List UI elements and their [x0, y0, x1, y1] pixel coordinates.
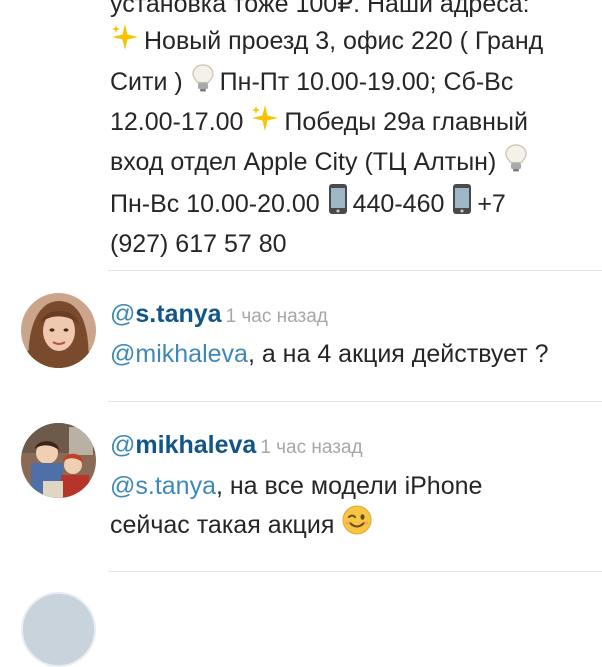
- comment-text-line: Пн-Вс 10.00-20.00 440-460 +7: [110, 183, 595, 225]
- lightbulb-icon: [503, 143, 529, 183]
- comment-text-line: Сити ) Пн-Пт 10.00-19.00; Сб-Вс: [110, 63, 595, 103]
- comment-header: @s.tanya 1 час назад: [110, 299, 328, 332]
- mobile-phone-icon: [451, 183, 473, 225]
- avatar-s-tanya[interactable]: [21, 293, 96, 368]
- comment-timestamp: 1 час назад: [225, 306, 328, 327]
- lightbulb-icon: [190, 63, 216, 103]
- sparkles-icon: [110, 22, 140, 62]
- comment-divider: [108, 401, 602, 402]
- mention-link[interactable]: @mikhaleva: [110, 340, 248, 368]
- username-link[interactable]: @mikhaleva: [110, 431, 256, 459]
- comment-text: @s.tanya, на все модели iPhone сейчас та…: [110, 468, 595, 546]
- comment-text-line: вход отдел Apple City (ТЦ Алтын): [110, 143, 595, 183]
- mobile-phone-icon: [327, 183, 349, 225]
- comment-divider: [108, 270, 602, 271]
- avatar-next-comment[interactable]: [21, 592, 96, 667]
- comment-header: @mikhaleva 1 час назад: [110, 430, 363, 463]
- comment-timestamp: 1 час назад: [260, 437, 363, 458]
- comment-text-line: Новый проезд 3, офис 220 ( Гранд: [110, 22, 595, 62]
- avatar-mikhaleva[interactable]: [21, 423, 96, 498]
- comment-text-line: 12.00-17.00 Победы 29а главный: [110, 103, 595, 143]
- comment-divider: [108, 571, 602, 572]
- username-link[interactable]: @s.tanya: [110, 300, 222, 328]
- comment-text-line: (927) 617 57 80: [110, 229, 287, 258]
- comment-text: @mikhaleva, а на 4 акция действует ?: [110, 340, 549, 368]
- comment-text-line: установка тоже 100₽. Наши адреса:: [110, 0, 530, 18]
- previous-comment-text: установка тоже 100₽. Наши адреса: Новый …: [110, 0, 595, 262]
- sparkles-icon: [250, 103, 280, 143]
- winking-face-icon: [341, 504, 373, 546]
- comments-feed: установка тоже 100₽. Наши адреса: Новый …: [0, 0, 602, 667]
- mention-link[interactable]: @s.tanya: [110, 472, 216, 500]
